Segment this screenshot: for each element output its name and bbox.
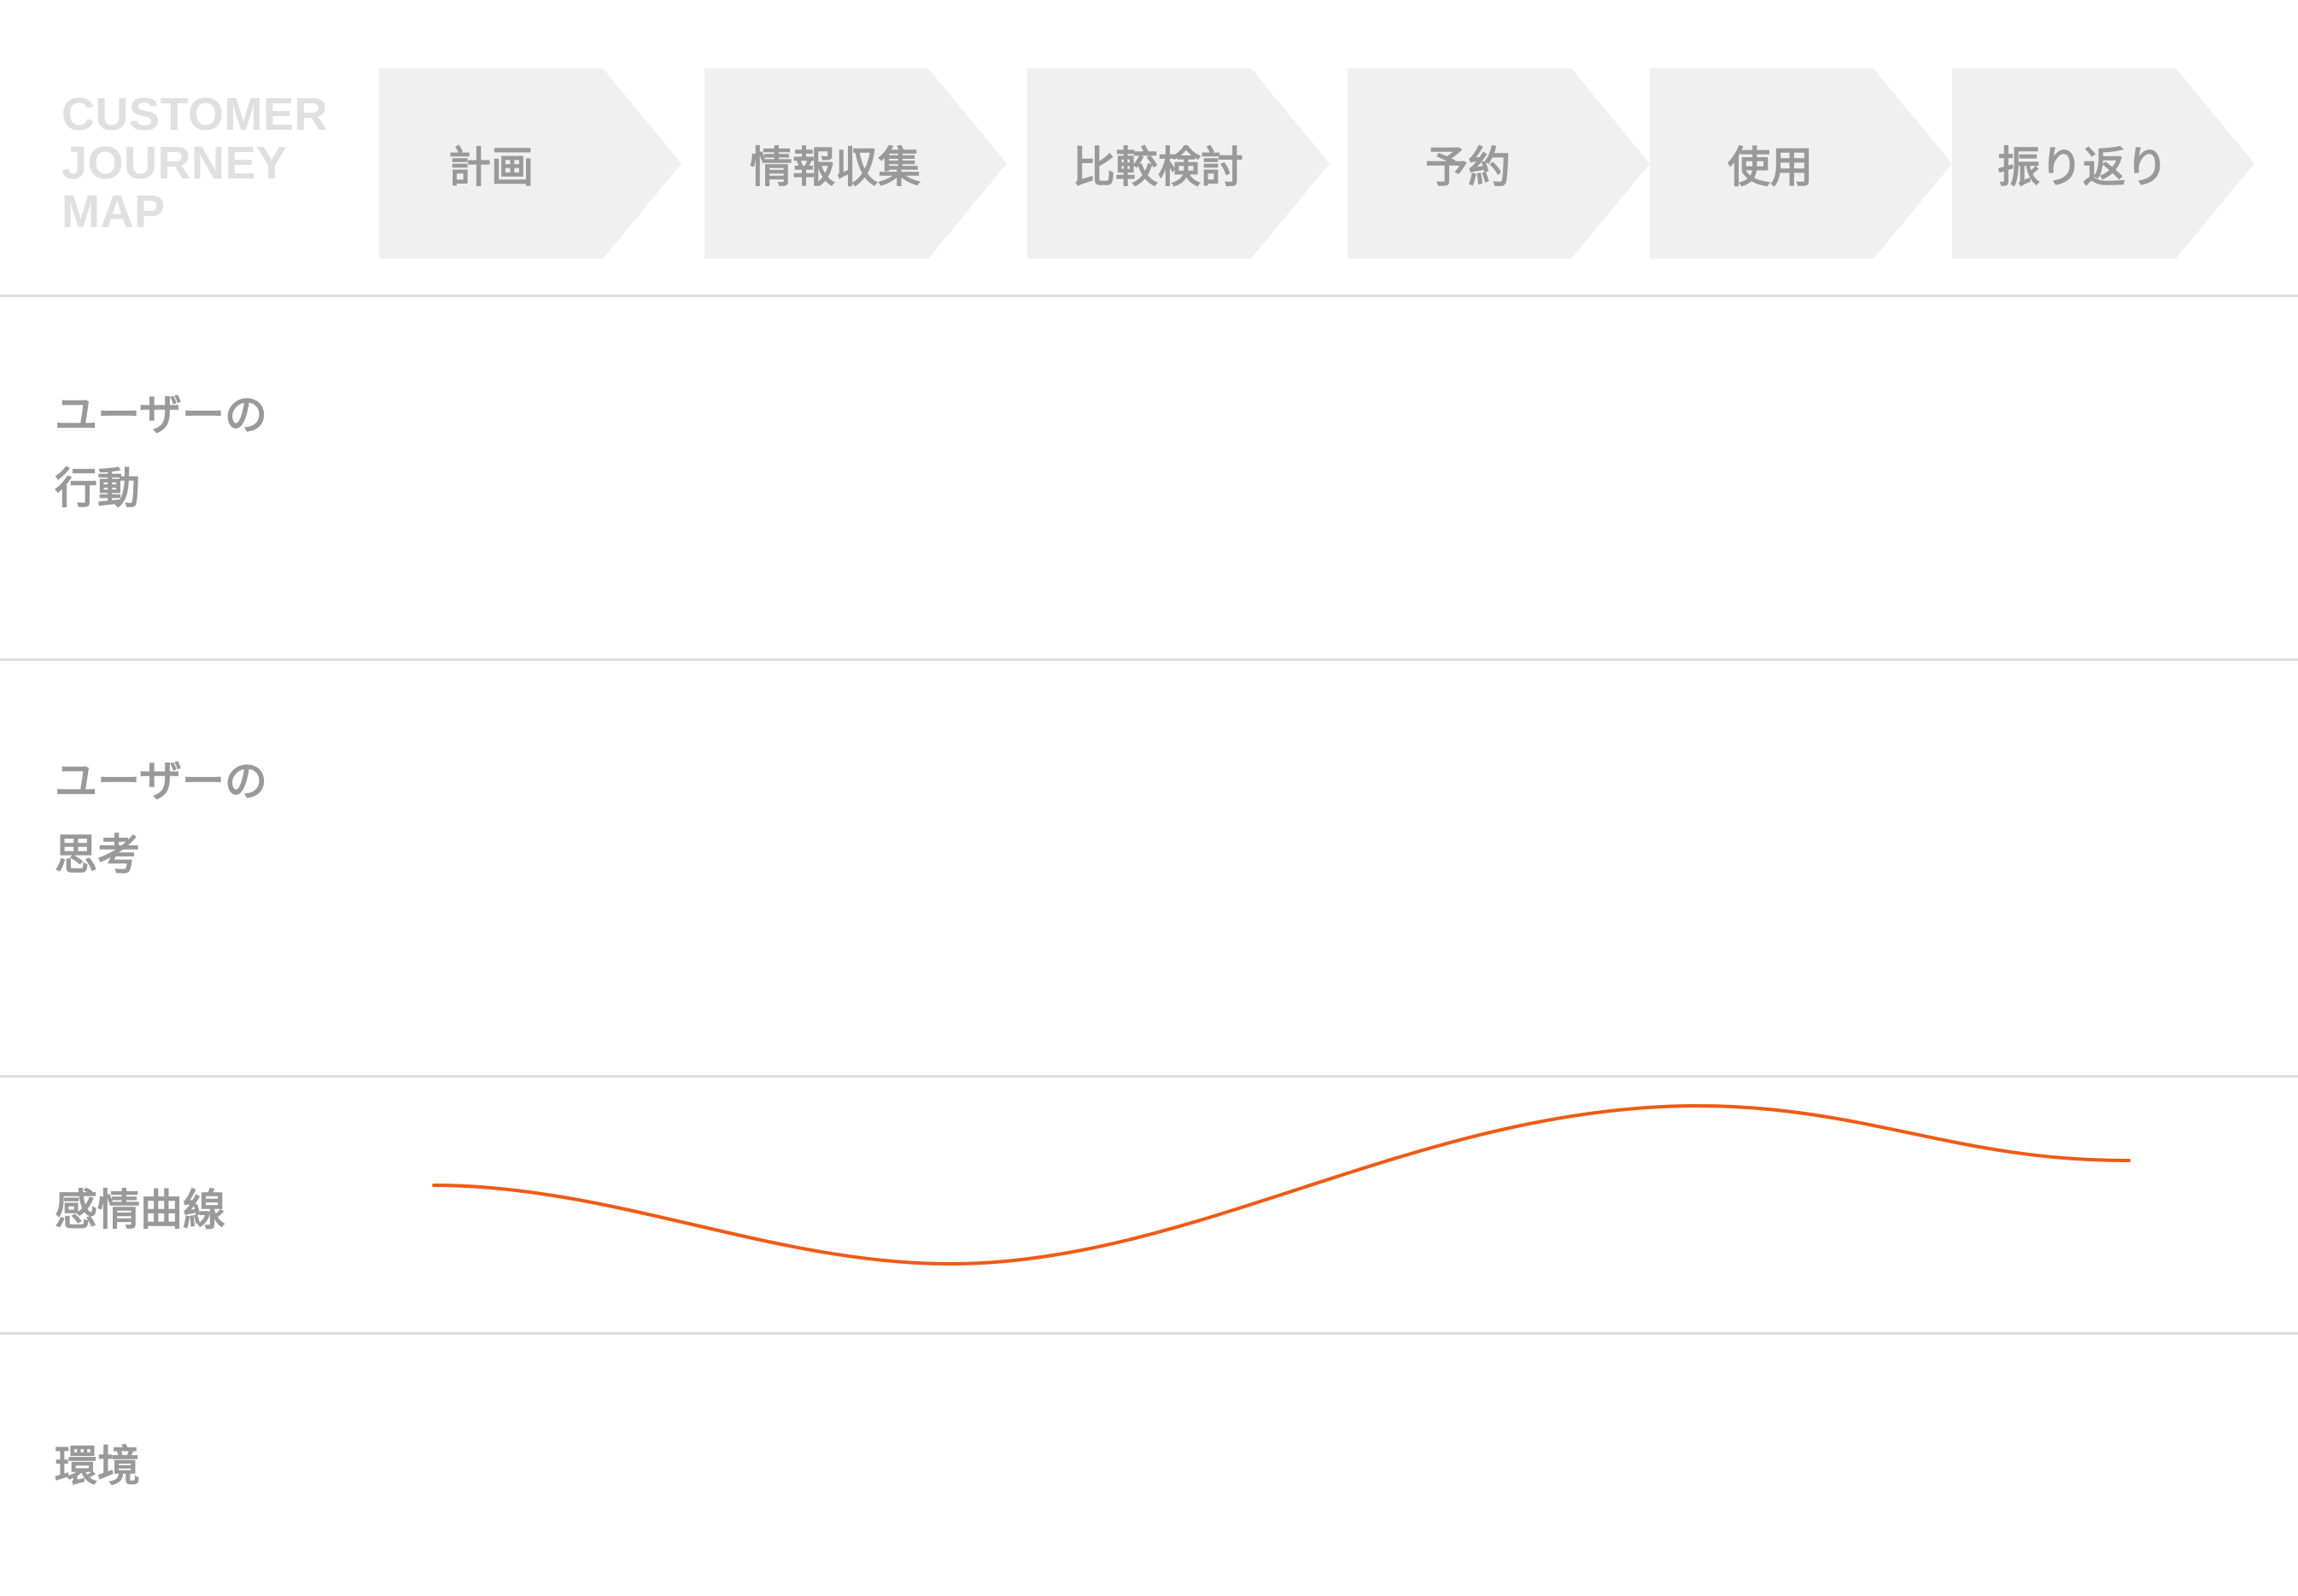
emotion-curve xyxy=(432,1103,2131,1266)
emotion-curve-line xyxy=(432,1103,2131,1266)
